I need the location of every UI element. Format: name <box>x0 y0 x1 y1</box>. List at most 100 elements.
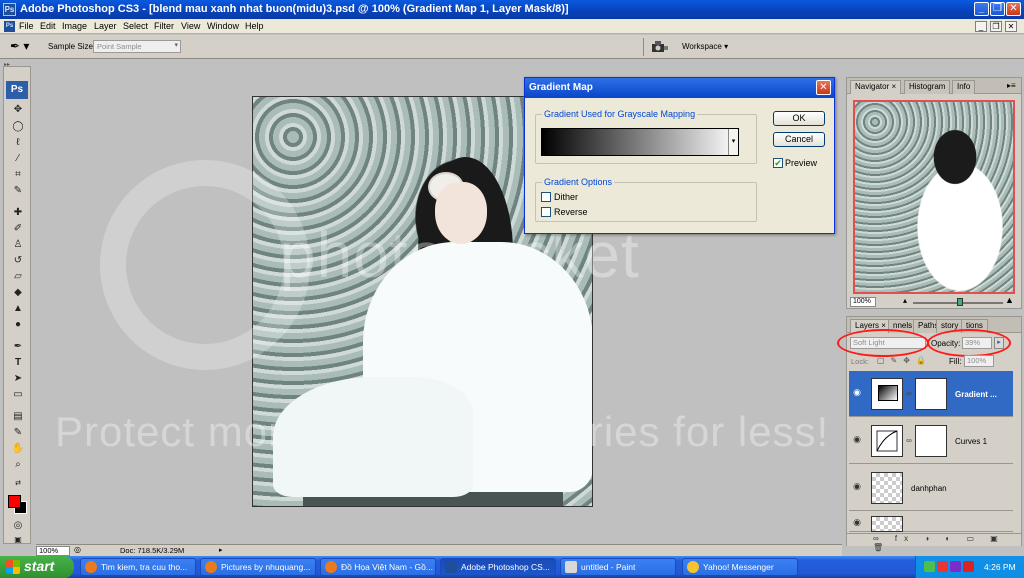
start-button[interactable]: start <box>0 556 74 578</box>
taskbar-item-label: Đồ Họa Việt Nam - Gồ... <box>341 562 433 572</box>
chevron-down-icon[interactable]: ▾ <box>728 129 738 155</box>
menu-layer[interactable]: Layer <box>94 21 117 31</box>
restore-button[interactable]: ❐ <box>990 2 1005 16</box>
chevron-down-icon: ▾ <box>174 42 178 49</box>
layer-row[interactable]: ◉ danhphan <box>849 465 1013 511</box>
eyedropper-tool-preset-icon[interactable]: ✒ ▾ <box>10 39 34 55</box>
eye-icon[interactable]: ◉ <box>851 434 863 446</box>
mapping-legend: Gradient Used for Grayscale Mapping <box>542 109 698 119</box>
menu-window[interactable]: Window <box>207 21 239 31</box>
move-icon[interactable]: ✥ <box>8 103 28 117</box>
crop-icon[interactable]: ⌗ <box>8 168 28 182</box>
doc-restore-button[interactable]: ❐ <box>990 21 1002 32</box>
lasso-icon[interactable]: ℓ <box>8 136 28 150</box>
toolbox-grip[interactable]: ▸▸ <box>4 61 32 68</box>
history-brush-icon[interactable]: ↺ <box>8 254 28 268</box>
zoom-in-icon[interactable]: ▲ <box>1005 295 1014 305</box>
zoom-out-icon[interactable]: ▴ <box>903 296 907 305</box>
sample-size-select[interactable]: Point Sample ▾ <box>93 40 181 53</box>
marquee-icon[interactable]: ◯ <box>8 120 28 134</box>
menu-edit[interactable]: Edit <box>40 21 56 31</box>
taskbar-item-label: Yahoo! Messenger <box>703 562 774 572</box>
notes-icon[interactable]: ▤ <box>8 410 28 424</box>
menu-filter[interactable]: Filter <box>154 21 174 31</box>
minimize-button[interactable]: _ <box>974 2 989 16</box>
chain-link-icon[interactable]: ∞ <box>906 389 912 399</box>
eraser-icon[interactable]: ▱ <box>8 270 28 284</box>
eye-icon[interactable]: ◉ <box>851 517 863 529</box>
photo-face <box>435 182 487 244</box>
tray-app-icon[interactable] <box>963 561 974 572</box>
layer-row[interactable]: ◉ ∞ Gradient ... <box>849 371 1013 417</box>
tab-histogram[interactable]: Histogram <box>904 80 951 94</box>
foreground-color-swatch[interactable] <box>8 495 21 508</box>
bridge-icon[interactable] <box>651 40 669 54</box>
screen-mode-icon[interactable]: ▣ <box>8 533 28 547</box>
menu-select[interactable]: Select <box>123 21 148 31</box>
quick-select-icon[interactable]: ⁄ <box>8 152 28 166</box>
menu-file[interactable]: File <box>19 21 34 31</box>
layer-mask-thumbnail[interactable] <box>915 425 947 457</box>
workspace-menu[interactable]: Workspace ▾ <box>682 42 728 51</box>
clone-stamp-icon[interactable]: ♙ <box>8 238 28 252</box>
eyedropper-icon[interactable]: ✎ <box>8 184 28 198</box>
fill-field[interactable]: 100% <box>964 355 994 367</box>
layer-row[interactable]: ◉ ∞ Curves 1 <box>849 418 1013 464</box>
tray-app-icon[interactable] <box>950 561 961 572</box>
lock-icons[interactable]: ▢✎✥🔒 <box>877 356 932 365</box>
cancel-button[interactable]: Cancel <box>773 132 825 147</box>
swap-colors-icon[interactable]: ⇄ <box>8 477 28 491</box>
close-button[interactable]: ✕ <box>1006 2 1021 16</box>
status-zoom-field[interactable]: 100% <box>36 546 70 556</box>
dialog-close-button[interactable]: ✕ <box>816 80 831 95</box>
pen-icon[interactable]: ✒ <box>8 340 28 354</box>
shape-icon[interactable]: ▭ <box>8 388 28 402</box>
menu-image[interactable]: Image <box>62 21 87 31</box>
panel-menu-icon[interactable]: ▸≡ <box>1007 81 1016 90</box>
menu-view[interactable]: View <box>181 21 200 31</box>
doc-close-button[interactable]: ✕ <box>1005 21 1017 32</box>
taskbar-item[interactable]: Đồ Họa Việt Nam - Gồ... <box>320 558 436 576</box>
navigator-thumbnail[interactable] <box>853 100 1015 294</box>
taskbar-item[interactable]: Tim kiem, tra cuu tho... <box>80 558 196 576</box>
chain-link-icon[interactable]: ∞ <box>906 436 912 446</box>
eye-icon[interactable]: ◉ <box>851 387 863 399</box>
menu-help[interactable]: Help <box>245 21 264 31</box>
path-select-icon[interactable]: ➤ <box>8 372 28 386</box>
preview-checkbox[interactable]: ✔ <box>773 158 783 168</box>
photoshop-small-icon: Ps <box>4 21 15 32</box>
doc-minimize-button[interactable]: _ <box>975 21 987 32</box>
tab-navigator[interactable]: Navigator × <box>850 80 902 94</box>
ok-button[interactable]: OK <box>773 111 825 126</box>
toolbox-logo[interactable]: Ps <box>6 81 28 99</box>
eyedropper2-icon[interactable]: ✎ <box>8 426 28 440</box>
zoom-icon[interactable]: ⌕ <box>8 458 28 472</box>
type-icon[interactable]: T <box>8 356 28 370</box>
tab-info[interactable]: Info <box>952 80 976 94</box>
tray-app-icon[interactable] <box>937 561 948 572</box>
healing-brush-icon[interactable]: ✚ <box>8 206 28 220</box>
status-menu-icon[interactable]: ▸ <box>219 546 227 556</box>
taskbar-item[interactable]: Yahoo! Messenger <box>682 558 798 576</box>
taskbar-item[interactable]: Pictures by nhuquang... <box>200 558 316 576</box>
paint-bucket-icon[interactable]: ◆ <box>8 286 28 300</box>
eye-icon[interactable]: ◉ <box>851 481 863 493</box>
layer-mask-thumbnail[interactable] <box>915 378 947 410</box>
layer-row[interactable]: ◉ <box>849 512 1013 532</box>
navigator-zoom-knob[interactable] <box>957 298 963 306</box>
quick-mask-icon[interactable]: ◎ <box>8 519 28 533</box>
layers-footer-icons[interactable]: ∞ fx ◑ ◐ ▭ ▣ 🗑 <box>847 533 1021 552</box>
dodge-icon[interactable]: ● <box>8 318 28 332</box>
taskbar-item[interactable]: Adobe Photoshop CS... <box>440 558 556 576</box>
hand-icon[interactable]: ✋ <box>8 442 28 456</box>
brush-icon[interactable]: ✐ <box>8 222 28 236</box>
blur-icon[interactable]: ▲ <box>8 302 28 316</box>
dither-checkbox[interactable] <box>541 192 551 202</box>
status-icon[interactable]: ◎ <box>74 545 81 554</box>
tray-app-icon[interactable] <box>924 561 935 572</box>
navigator-zoom-field[interactable]: 100% <box>850 297 876 307</box>
reverse-checkbox[interactable] <box>541 207 551 217</box>
taskbar-item[interactable]: untitled - Paint <box>560 558 676 576</box>
gradient-picker[interactable]: ▾ <box>541 128 739 156</box>
tray-clock[interactable]: 4:26 PM <box>984 562 1016 572</box>
